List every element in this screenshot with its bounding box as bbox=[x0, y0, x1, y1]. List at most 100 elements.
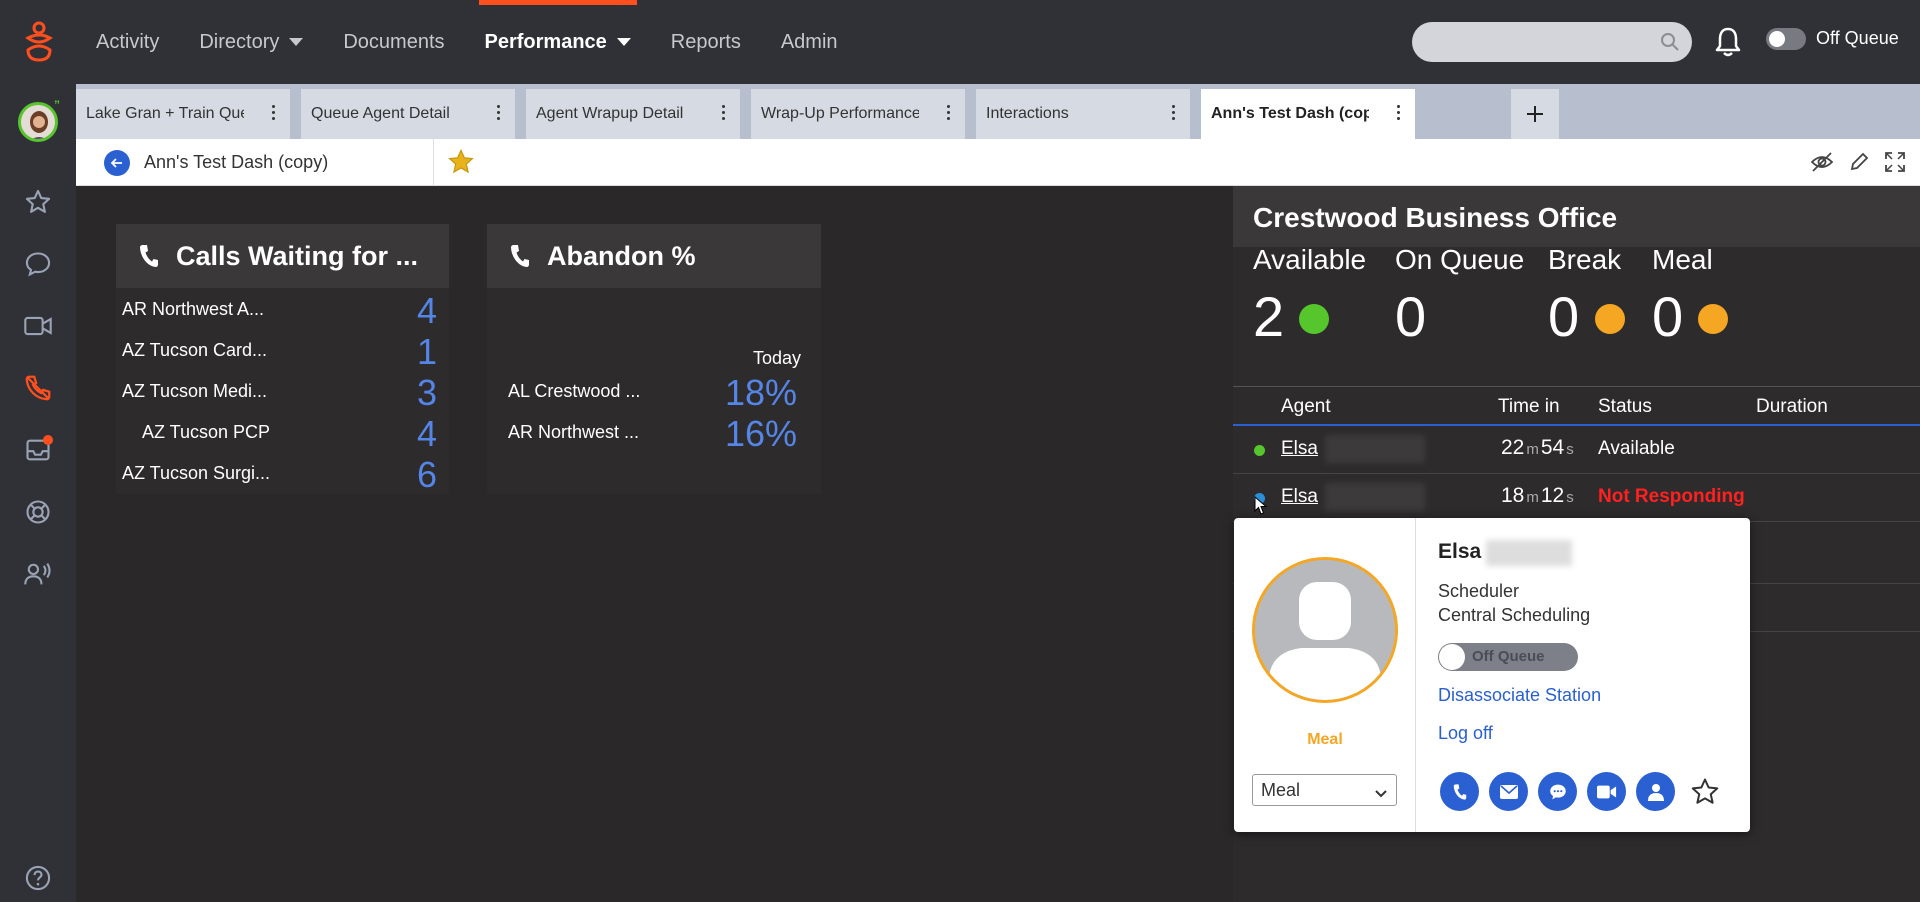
queue-toggle[interactable] bbox=[1766, 28, 1806, 50]
stat-value-break: 0 bbox=[1548, 285, 1580, 348]
tab-menu-icon[interactable] bbox=[497, 105, 501, 123]
queue-value: 4 bbox=[416, 413, 437, 454]
video-button[interactable] bbox=[1587, 772, 1626, 811]
video-icon[interactable] bbox=[22, 310, 54, 342]
phone-icon bbox=[1453, 783, 1466, 800]
phone-icon[interactable] bbox=[22, 372, 54, 404]
agent-name-link[interactable]: Elsa bbox=[1281, 438, 1318, 460]
column-time-in[interactable]: Time in bbox=[1498, 396, 1560, 418]
fullscreen-icon[interactable] bbox=[1884, 151, 1906, 178]
calls-waiting-widget: Calls Waiting for ... AR Northwest A... … bbox=[116, 224, 449, 495]
tab-menu-icon[interactable] bbox=[1397, 105, 1401, 123]
search-input[interactable] bbox=[1412, 22, 1692, 62]
email-button[interactable] bbox=[1489, 772, 1528, 811]
nav-reports[interactable]: Reports bbox=[651, 0, 761, 84]
queue-toggle-label: Off Queue bbox=[1472, 648, 1545, 665]
favorite-star-icon[interactable] bbox=[1685, 772, 1724, 811]
agent-name-link[interactable]: Elsa bbox=[1281, 486, 1318, 508]
user-avatar[interactable] bbox=[18, 102, 58, 142]
column-agent[interactable]: Agent bbox=[1281, 396, 1331, 418]
notifications-bell-icon[interactable] bbox=[1713, 26, 1743, 63]
nav-label: Documents bbox=[343, 30, 445, 53]
list-item: AZ Tucson Surgi... 6 bbox=[116, 452, 449, 495]
favorite-star-icon[interactable] bbox=[446, 148, 476, 181]
add-tab-button[interactable] bbox=[1511, 89, 1559, 139]
queue-toggle[interactable]: Off Queue bbox=[1438, 643, 1578, 671]
nav-performance[interactable]: Performance bbox=[465, 0, 651, 84]
nav-activity[interactable]: Activity bbox=[76, 0, 179, 84]
queue-value: 6 bbox=[416, 454, 437, 495]
list-item: AZ Tucson Card... 1 bbox=[116, 329, 449, 372]
plus-icon bbox=[1527, 106, 1543, 122]
column-status[interactable]: Status bbox=[1598, 396, 1652, 418]
nav-label: Reports bbox=[670, 30, 741, 53]
dashboard-header: Ann's Test Dash (copy) bbox=[76, 139, 1920, 186]
log-off-link[interactable]: Log off bbox=[1438, 723, 1493, 744]
agent-profile-card: Meal Meal Elsa Scheduler Central Schedul… bbox=[1234, 518, 1750, 832]
chat-button[interactable] bbox=[1538, 772, 1577, 811]
tab-label: Wrap-Up Performance bbox=[761, 105, 919, 122]
tab-menu-icon[interactable] bbox=[272, 105, 276, 123]
tab-wrapup-performance[interactable]: Wrap-Up Performance bbox=[751, 89, 965, 139]
stat-value-available: 2 bbox=[1253, 285, 1285, 348]
tab-agent-wrapup-detail[interactable]: Agent Wrapup Detail bbox=[526, 89, 740, 139]
favorites-icon[interactable] bbox=[22, 186, 54, 218]
office-title: Crestwood Business Office bbox=[1233, 186, 1920, 247]
time-unit: s bbox=[1566, 489, 1574, 506]
hide-eye-icon[interactable] bbox=[1810, 151, 1834, 178]
dashboard-tools bbox=[1810, 151, 1906, 178]
profile-actions bbox=[1440, 772, 1724, 811]
caret-down-icon bbox=[616, 38, 631, 46]
nav-label: Admin bbox=[780, 30, 838, 53]
phone-icon bbox=[511, 245, 529, 267]
back-button[interactable] bbox=[104, 150, 130, 176]
agent-status: Not Responding bbox=[1598, 486, 1745, 507]
chevron-down-icon bbox=[1374, 783, 1388, 804]
top-navigation-bar: Activity Directory Documents Performance… bbox=[0, 0, 1920, 84]
nav-documents[interactable]: Documents bbox=[323, 0, 464, 84]
call-button[interactable] bbox=[1440, 772, 1479, 811]
nav-directory[interactable]: Directory bbox=[179, 0, 323, 84]
tab-interactions[interactable]: Interactions bbox=[976, 89, 1190, 139]
nav-label: Performance bbox=[484, 30, 607, 53]
tab-anns-test-dash[interactable]: Ann's Test Dash (cop bbox=[1201, 89, 1415, 139]
tab-queue-agent-detail[interactable]: Queue Agent Detail bbox=[301, 89, 515, 139]
tab-lake-gran[interactable]: Lake Gran + Train Que bbox=[76, 89, 290, 139]
stat-label-on-queue: On Queue bbox=[1395, 244, 1525, 275]
chat-icon[interactable] bbox=[22, 248, 54, 280]
stat-value-meal: 0 bbox=[1652, 285, 1684, 348]
presence-select[interactable]: Meal bbox=[1252, 774, 1397, 806]
video-icon bbox=[1596, 785, 1616, 798]
email-icon bbox=[1499, 784, 1518, 799]
time-unit: m bbox=[1526, 441, 1539, 458]
nav-admin[interactable]: Admin bbox=[761, 0, 858, 84]
table-row: Elsa 22 m54 s Available bbox=[1233, 426, 1920, 474]
time-minutes: 18 bbox=[1501, 484, 1525, 507]
abandon-value: 16% bbox=[724, 413, 797, 454]
inbox-icon[interactable] bbox=[22, 434, 54, 466]
column-duration[interactable]: Duration bbox=[1756, 396, 1828, 418]
genesys-logo[interactable] bbox=[20, 20, 58, 64]
blurred-surname bbox=[1325, 483, 1425, 511]
nav-label: Activity bbox=[96, 30, 160, 53]
presence-select-value: Meal bbox=[1261, 780, 1301, 800]
queue-name: AZ Tucson Surgi... bbox=[122, 463, 271, 483]
status-quote-icon: ” bbox=[54, 98, 60, 112]
disassociate-station-link[interactable]: Disassociate Station bbox=[1438, 685, 1601, 706]
tab-menu-icon[interactable] bbox=[1172, 105, 1176, 123]
tab-menu-icon[interactable] bbox=[947, 105, 951, 123]
help-icon[interactable] bbox=[22, 862, 54, 894]
agents-icon[interactable] bbox=[22, 558, 54, 590]
edit-pencil-icon[interactable] bbox=[1848, 151, 1870, 178]
widget-header: Calls Waiting for ... bbox=[116, 224, 449, 288]
tab-menu-icon[interactable] bbox=[722, 105, 726, 123]
profile-button[interactable] bbox=[1636, 772, 1675, 811]
list-item: AZ Tucson Medi... 3 bbox=[116, 370, 449, 413]
divider bbox=[433, 139, 434, 186]
presence-label: Meal bbox=[1307, 731, 1343, 748]
phone-icon bbox=[140, 245, 158, 267]
help-ring-icon[interactable] bbox=[22, 496, 54, 528]
profile-department: Central Scheduling bbox=[1438, 605, 1591, 625]
meal-dot bbox=[1698, 304, 1728, 334]
dashboard-tab-strip: Lake Gran + Train Que Queue Agent Detail… bbox=[76, 84, 1920, 139]
